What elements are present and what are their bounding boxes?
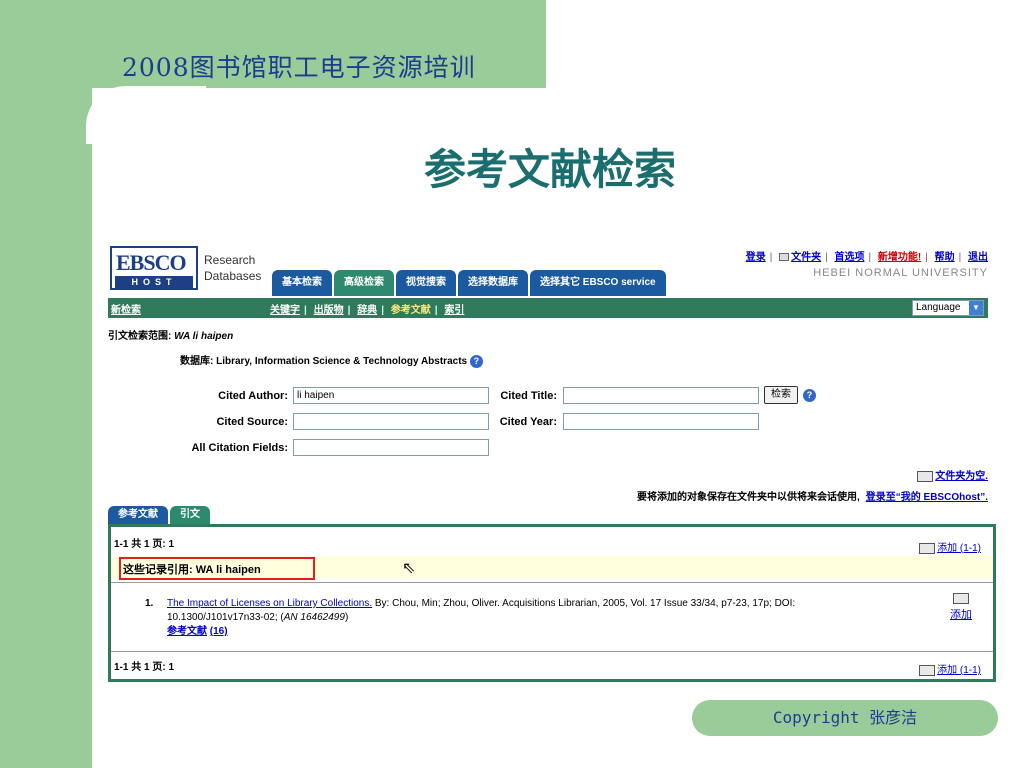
tab-other-services[interactable]: 选择其它 EBSCO service (530, 270, 666, 296)
save-note-text: 要将添加的对象保存在文件夹中以供将来会话使用, (636, 492, 860, 503)
highlight-box (119, 557, 315, 580)
record-add-link[interactable]: 添加 (950, 609, 972, 621)
preferences-link[interactable]: 首选项 (834, 252, 864, 263)
help-icon[interactable]: ? (469, 354, 483, 368)
folder-icon (779, 253, 790, 262)
mouse-cursor-icon: ⇖ (402, 560, 416, 577)
cited-source-label: Cited Source: (216, 416, 288, 428)
record-number: 1. (145, 598, 154, 609)
cited-author-label: Cited Author: (218, 390, 288, 402)
language-select[interactable]: Language ▼ (912, 300, 984, 316)
cited-source-input[interactable] (293, 413, 489, 430)
cited-title-label: Cited Title: (500, 390, 557, 402)
logo-databases: Databases (204, 269, 262, 283)
chevron-down-icon: ▼ (969, 301, 983, 315)
result-count: 1-1 共 1 页: 1 (114, 539, 175, 550)
help-icon[interactable]: ? (803, 389, 816, 402)
save-note: 要将添加的对象保存在文件夹中以供将来会话使用, 登录至“我的 EBSCOhost”… (637, 488, 988, 503)
add-range-bottom-link[interactable]: 添加 (1-1) (937, 665, 981, 676)
result-tabs: 参考文献 引文 (108, 506, 210, 524)
language-label: Language (916, 302, 961, 313)
nav-links: 关键字 | 出版物 | 辞典 | 参考文献 | 索引 (270, 305, 465, 316)
ebsco-logo[interactable]: EBSCO HOST Research Databases (110, 246, 265, 290)
login-link[interactable]: 登录 (746, 252, 766, 263)
nav-publications[interactable]: 出版物 (314, 305, 344, 316)
add-range: 添加 (1-1) (919, 539, 981, 554)
result-count-bottom: 1-1 共 1 页: 1 (114, 662, 175, 673)
nav-keyword[interactable]: 关键字 (270, 305, 300, 316)
all-citation-fields-label: All Citation Fields: (191, 442, 288, 454)
cited-by-bar: 这些记录引用: WA li haipen ⇖ (111, 556, 993, 580)
record-an: AN 16462499 (283, 612, 345, 623)
logout-link[interactable]: 退出 (968, 252, 988, 263)
scope-label: 引文检索范围: (108, 331, 172, 342)
ebsco-screenshot: EBSCO HOST Research Databases 登录 | 文件夹 | 首… (108, 240, 996, 684)
database-text: 数据库: Library, Information Science & Tech… (180, 356, 468, 367)
scope-value: WA li haipen (174, 331, 234, 342)
divider (111, 651, 993, 652)
all-citation-fields-input[interactable] (293, 439, 489, 456)
cited-year-label: Cited Year: (499, 416, 557, 428)
search-scope: 引文检索范围: WA li haipen (108, 327, 233, 342)
nav-thesaurus[interactable]: 辞典 (357, 305, 377, 316)
record-references-link[interactable]: 参考文献 (167, 626, 207, 637)
cited-author-input[interactable]: li haipen (293, 387, 489, 404)
cited-title-input[interactable] (563, 387, 759, 404)
slide-title: 参考文献检索 (423, 145, 676, 194)
logo-research: Research (204, 253, 256, 267)
nav-cited-references[interactable]: 参考文献 (391, 305, 431, 316)
cited-year-input[interactable] (563, 413, 759, 430)
search-tabs: 基本检索 高级检索 视觉搜索 选择数据库 选择其它 EBSCO service (272, 270, 666, 296)
nav-indexes[interactable]: 索引 (444, 305, 464, 316)
tab-visual-search[interactable]: 视觉搜索 (396, 270, 456, 296)
folder-icon (917, 470, 934, 482)
tab-advanced-search[interactable]: 高级检索 (334, 270, 394, 296)
university-name: HEBEI NORMAL UNIVERSITY (813, 267, 988, 279)
record-title-link[interactable]: The Impact of Licenses on Library Collec… (167, 598, 372, 609)
record-add[interactable]: 添加 (947, 593, 975, 622)
new-features-link[interactable]: 新增功能! (878, 252, 921, 263)
copyright-badge: Copyright 张彦洁 (692, 700, 998, 736)
folder-icon (953, 593, 969, 604)
logo-host-text: HOST (115, 276, 193, 288)
top-links: 登录 | 文件夹 | 首选项 | 新增功能! | 帮助 | 退出 (745, 252, 988, 263)
divider (111, 582, 993, 583)
tab-basic-search[interactable]: 基本检索 (272, 270, 332, 296)
nav-bar: 新检索 关键字 | 出版物 | 辞典 | 参考文献 | 索引 Language ▼ (108, 298, 988, 318)
folder-link[interactable]: 文件夹 (791, 252, 821, 263)
tab-citations[interactable]: 引文 (170, 506, 210, 524)
results-panel: 1-1 共 1 页: 1 添加 (1-1) 这些记录引用: WA li haip… (108, 524, 996, 682)
record-references-count[interactable]: (16) (210, 626, 228, 637)
help-link[interactable]: 帮助 (935, 252, 955, 263)
record-detail-end: ) (344, 612, 349, 623)
slide-header: 2008图书馆职工电子资源培训 (122, 53, 476, 82)
add-range-link[interactable]: 添加 (1-1) (937, 543, 981, 554)
folder-icon (919, 542, 936, 554)
search-button[interactable]: 检索 (764, 386, 798, 404)
folder-empty-link[interactable]: 文件夹为空. (935, 471, 988, 482)
logo-box: EBSCO HOST (110, 246, 198, 290)
tab-choose-databases[interactable]: 选择数据库 (458, 270, 528, 296)
record-body: The Impact of Licenses on Library Collec… (167, 597, 857, 639)
folder-icon (919, 664, 936, 676)
add-range-bottom: 添加 (1-1) (919, 661, 981, 676)
logo-ebsco-text: EBSCO (116, 250, 187, 275)
logo-tagline: Research Databases (204, 252, 261, 284)
tab-references[interactable]: 参考文献 (108, 506, 168, 524)
folder-status: 文件夹为空. (917, 467, 988, 482)
my-ebscohost-link[interactable]: 登录至“我的 EBSCOhost”. (866, 492, 988, 503)
new-search-link[interactable]: 新检索 (111, 301, 141, 316)
database-line: 数据库: Library, Information Science & Tech… (180, 352, 483, 368)
slide-side-band (0, 0, 92, 768)
